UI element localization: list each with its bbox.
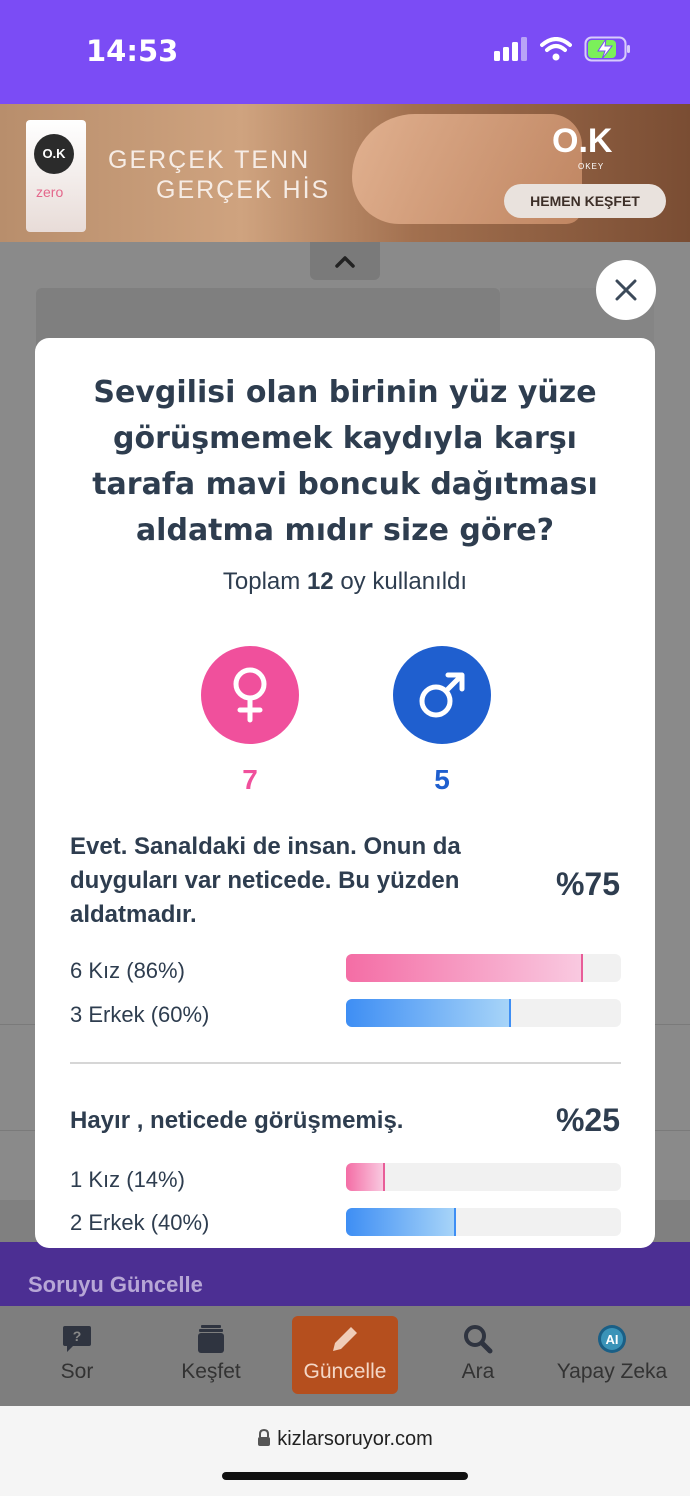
ad-headline-1: GERÇEK TENN <box>108 146 311 174</box>
nav-item-sor[interactable]: ? Sor <box>28 1316 126 1394</box>
female-vote-count: 7 <box>242 764 258 795</box>
battery-charging-icon <box>584 36 630 62</box>
update-question-title: Soruyu Güncelle <box>28 1272 203 1297</box>
female-icon <box>233 667 267 723</box>
female-symbol <box>201 646 299 744</box>
nav-label: Yapay Zeka <box>556 1360 668 1383</box>
poll-option-percent: %75 <box>555 866 620 902</box>
female-vote-bar <box>346 954 621 982</box>
close-icon <box>615 279 637 301</box>
nav-label: Keşfet <box>181 1360 241 1383</box>
male-vote-label: 3 Erkek (60%) <box>70 1002 210 1027</box>
male-vote-bar-fill <box>346 999 511 1027</box>
search-icon <box>464 1325 493 1354</box>
poll-total-suffix: oy kullanıldı <box>340 568 468 595</box>
ad-box-logo: O.K <box>34 134 74 174</box>
ad-cta-button[interactable]: HEMEN KEŞFET <box>504 184 666 218</box>
poll-total-prefix: Toplam <box>222 568 301 595</box>
female-vote-label: 6 Kız (86%) <box>70 958 185 983</box>
url-text: kizlarsoruyor.com <box>277 1428 433 1450</box>
stack-icon <box>198 1325 224 1353</box>
male-symbol <box>393 646 491 744</box>
male-icon <box>419 672 465 718</box>
male-vote-bar <box>346 999 621 1027</box>
pencil-icon <box>333 1327 357 1351</box>
svg-text:AI: AI <box>606 1332 619 1347</box>
ad-headline-2: GERÇEK HİS <box>156 176 331 204</box>
chevron-up-icon <box>335 256 355 268</box>
nav-item-guncelle[interactable]: Güncelle <box>292 1316 398 1394</box>
ad-box-variant: zero <box>36 184 64 200</box>
poll-total: Toplam 12 oy kullanıldı <box>35 568 655 596</box>
nav-item-kesfet[interactable]: Keşfet <box>162 1316 260 1394</box>
poll-option-text: Hayır , neticede görüşmemiş. <box>70 1107 404 1134</box>
nav-label: Güncelle <box>303 1360 387 1383</box>
home-indicator[interactable] <box>222 1472 468 1480</box>
ad-brand-logo: O.K <box>552 122 613 160</box>
ad-banner[interactable]: O.K zero O.K OKEY HEMEN KEŞFET <box>0 104 690 242</box>
female-vote-bar-fill <box>346 1163 385 1191</box>
wifi-icon <box>540 37 572 61</box>
nav-item-ara[interactable]: Ara <box>432 1316 524 1394</box>
close-button[interactable] <box>596 260 656 320</box>
status-icons <box>494 36 632 62</box>
female-vote-bar-fill <box>346 954 583 982</box>
signal-icon <box>494 37 527 61</box>
nav-label: Ara <box>461 1360 495 1383</box>
ad-product-box: O.K zero <box>26 120 86 232</box>
url-bar[interactable]: kizlarsoruyor.com <box>0 1428 690 1451</box>
status-bar: 14:53 <box>0 0 690 104</box>
option-divider <box>70 1062 621 1064</box>
poll-option-text: Evet. Sanaldaki de insan. Onun da duygul… <box>70 833 461 928</box>
male-vote-bar <box>346 1208 621 1236</box>
male-vote-label: 2 Erkek (40%) <box>70 1210 210 1235</box>
question-bubble-icon: ? <box>63 1326 91 1352</box>
poll-results-modal: Sevgilisi olan birinin yüz yüze görüşmem… <box>35 338 655 1248</box>
nav-item-yapay-zeka[interactable]: AI Yapay Zeka <box>552 1316 672 1394</box>
lock-icon <box>258 1428 271 1446</box>
status-time: 14:53 <box>86 34 179 68</box>
collapse-ad-button[interactable] <box>310 242 380 280</box>
female-vote-bar <box>346 1163 621 1191</box>
male-vote-bar-fill <box>346 1208 456 1236</box>
svg-text:?: ? <box>73 1328 82 1344</box>
poll-total-count: 12 <box>306 568 334 595</box>
nav-label: Sor <box>60 1360 94 1383</box>
male-vote-count: 5 <box>434 764 450 795</box>
poll-option-percent: %25 <box>555 1102 620 1138</box>
female-vote-label: 1 Kız (14%) <box>70 1167 185 1192</box>
ad-brand-sub: OKEY <box>578 162 605 171</box>
browser-bar <box>0 1406 690 1496</box>
poll-question: Sevgilisi olan birinin yüz yüze görüşmem… <box>92 375 598 548</box>
ai-icon: AI <box>598 1325 626 1353</box>
